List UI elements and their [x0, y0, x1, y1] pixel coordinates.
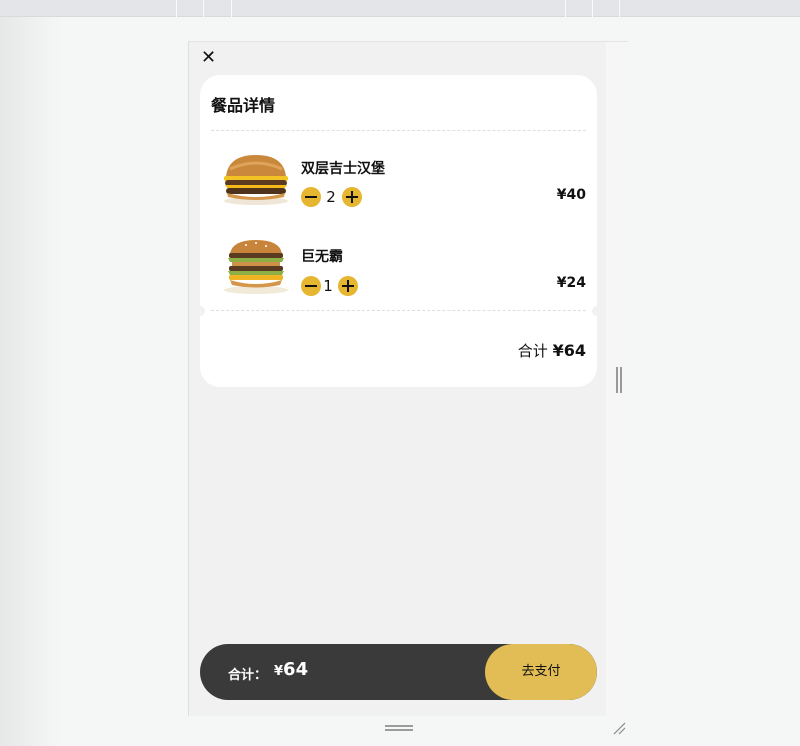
ticket-notch-right	[592, 306, 602, 316]
item-quantity: 1	[323, 277, 333, 295]
card-subtotal: 合计 ¥64	[518, 340, 586, 361]
order-detail-title: 餐品详情	[211, 96, 276, 115]
mobile-viewport: ✕ 餐品详情 双层吉士汉堡 2 ¥40 巨无霸 1 ¥24 合计 ¥64 合计：…	[188, 41, 628, 717]
increase-quantity-button[interactable]	[338, 276, 358, 296]
checkout-bar: 合计： ¥64 去支付	[200, 644, 597, 700]
subtotal-amount: ¥64	[552, 341, 586, 360]
left-backdrop	[0, 17, 60, 746]
double-cheeseburger-image	[224, 155, 288, 205]
currency-symbol: ¥	[274, 664, 284, 679]
item-name: 巨无霸	[301, 249, 343, 265]
pane-resize-handle[interactable]	[616, 367, 622, 393]
checkout-total-label: 合计：	[228, 668, 268, 683]
pay-button[interactable]: 去支付	[485, 644, 597, 700]
ticket-notch-left	[195, 306, 205, 316]
item-quantity: 2	[326, 188, 336, 206]
order-item: 双层吉士汉堡 2 ¥40	[200, 141, 597, 221]
order-item: 巨无霸 1 ¥24	[200, 230, 597, 310]
decrease-quantity-button[interactable]	[301, 276, 321, 296]
order-detail-card: 餐品详情 双层吉士汉堡 2 ¥40 巨无霸 1 ¥24 合计 ¥64	[195, 75, 602, 387]
divider	[211, 310, 586, 311]
increase-quantity-button[interactable]	[342, 187, 362, 207]
item-price: ¥40	[556, 187, 586, 203]
item-name: 双层吉士汉堡	[301, 161, 385, 177]
divider	[211, 130, 586, 131]
checkout-total: ¥64	[274, 659, 308, 680]
browser-top-bar	[0, 0, 800, 17]
big-mac-image	[224, 240, 288, 294]
drag-handle[interactable]	[385, 725, 413, 731]
item-price: ¥24	[556, 275, 586, 291]
resize-corner-icon[interactable]	[612, 721, 626, 735]
close-icon[interactable]: ✕	[201, 48, 216, 68]
subtotal-label: 合计	[517, 342, 548, 360]
checkout-total-value: 64	[283, 659, 309, 680]
decrease-quantity-button[interactable]	[301, 187, 321, 207]
